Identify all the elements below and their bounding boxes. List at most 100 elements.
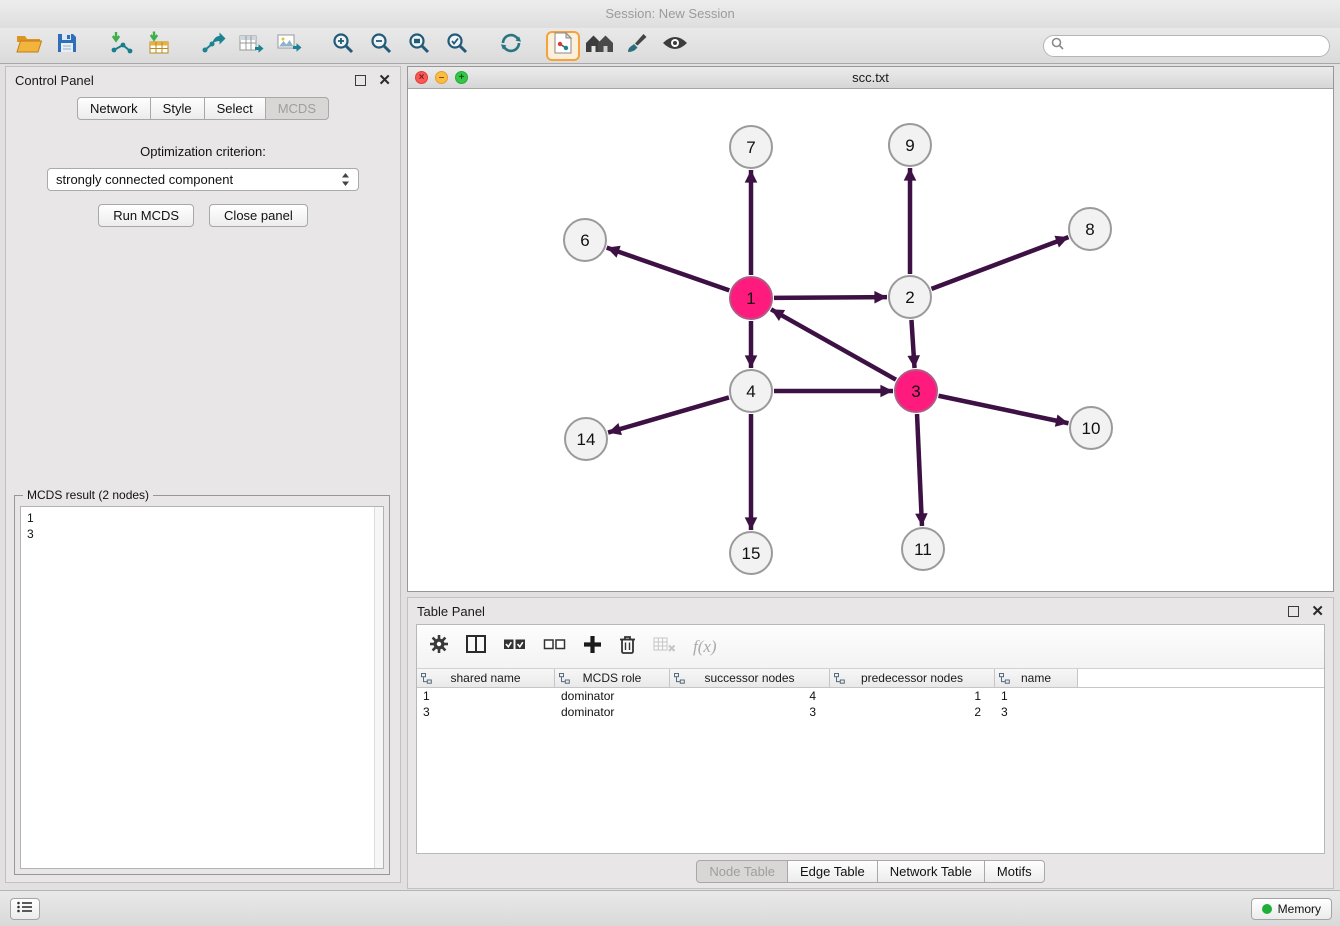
- column-header-mcds_role[interactable]: MCDS role: [555, 669, 670, 687]
- table-panel-header: Table Panel ✕: [408, 598, 1333, 624]
- search-input[interactable]: [1068, 39, 1322, 53]
- control-panel-tab-select[interactable]: Select: [204, 97, 266, 120]
- plus-icon: [583, 635, 602, 659]
- cell-successor_nodes[interactable]: 4: [670, 688, 830, 704]
- memory-status-icon: [1262, 904, 1272, 914]
- float-table-panel-button[interactable]: [1288, 606, 1299, 617]
- graph-node-9[interactable]: 9: [889, 124, 931, 166]
- graph-edge-3-11[interactable]: [917, 414, 922, 526]
- save-session-button[interactable]: [48, 31, 86, 61]
- deselect-all-button[interactable]: [543, 636, 566, 657]
- select-all-button[interactable]: [503, 636, 526, 657]
- graph-edge-1-6[interactable]: [607, 248, 730, 291]
- cell-name[interactable]: 1: [995, 688, 1078, 704]
- table-tab-motifs[interactable]: Motifs: [984, 860, 1045, 883]
- control-panel-tab-mcds[interactable]: MCDS: [265, 97, 329, 120]
- show-column-button[interactable]: [466, 635, 486, 658]
- eye-icon: [662, 34, 688, 57]
- zoom-fit-button[interactable]: [400, 31, 438, 61]
- graph-node-1[interactable]: 1: [730, 277, 772, 319]
- graph-edge-2-8[interactable]: [932, 237, 1069, 289]
- close-panel-button[interactable]: Close panel: [209, 204, 308, 227]
- column-attribute-icon: [559, 673, 570, 687]
- network-window-title: scc.txt: [408, 70, 1333, 85]
- export-network-icon: [200, 31, 226, 60]
- fx-icon: f(x): [693, 637, 717, 657]
- svg-text:15: 15: [742, 544, 761, 563]
- export-table-button[interactable]: [232, 31, 270, 61]
- cell-successor_nodes[interactable]: 3: [670, 704, 830, 720]
- svg-text:1: 1: [746, 289, 755, 308]
- cell-predecessor_nodes[interactable]: 2: [830, 704, 995, 720]
- zoom-selected-button[interactable]: [438, 31, 476, 61]
- export-image-button[interactable]: [270, 31, 308, 61]
- graph-node-2[interactable]: 2: [889, 276, 931, 318]
- optimization-criterion-dropdown[interactable]: strongly connected component: [47, 168, 359, 191]
- column-header-label: shared name: [450, 671, 520, 685]
- graph-node-4[interactable]: 4: [730, 370, 772, 412]
- network-canvas[interactable]: 7 9 6 8 1 2 4 3 14 10 15 11: [408, 89, 1333, 591]
- control-panel-tab-network[interactable]: Network: [77, 97, 151, 120]
- close-panel-x-button[interactable]: ✕: [378, 75, 391, 86]
- delete-table-button[interactable]: [653, 636, 676, 657]
- cell-mcds_role[interactable]: dominator: [555, 704, 670, 720]
- table-settings-button[interactable]: [429, 634, 449, 659]
- delete-row-button[interactable]: [619, 634, 636, 660]
- table-row[interactable]: 3dominator323: [417, 704, 1324, 720]
- graph-node-3[interactable]: 3: [895, 370, 937, 412]
- table-row[interactable]: 1dominator411: [417, 688, 1324, 704]
- refresh-button[interactable]: [492, 31, 530, 61]
- home-button[interactable]: [580, 31, 618, 61]
- graph-node-7[interactable]: 7: [730, 126, 772, 168]
- result-scrollbar[interactable]: [374, 507, 383, 868]
- table-tab-network-table[interactable]: Network Table: [877, 860, 985, 883]
- minimize-window-button[interactable]: –: [435, 71, 448, 84]
- table-tab-node-table[interactable]: Node Table: [696, 860, 788, 883]
- graph-node-8[interactable]: 8: [1069, 208, 1111, 250]
- column-header-predecessor_nodes[interactable]: predecessor nodes: [830, 669, 995, 687]
- column-header-successor_nodes[interactable]: successor nodes: [670, 669, 830, 687]
- table-tab-edge-table[interactable]: Edge Table: [787, 860, 878, 883]
- import-network-button[interactable]: [102, 31, 140, 61]
- graph-edge-3-1[interactable]: [771, 309, 896, 379]
- close-table-panel-button[interactable]: ✕: [1311, 606, 1324, 617]
- control-panel-tab-style[interactable]: Style: [150, 97, 205, 120]
- cell-mcds_role[interactable]: dominator: [555, 688, 670, 704]
- column-header-shared_name[interactable]: shared name: [417, 669, 555, 687]
- zoom-window-button[interactable]: +: [455, 71, 468, 84]
- export-network-button[interactable]: [194, 31, 232, 61]
- import-table-button[interactable]: [140, 31, 178, 61]
- task-history-button[interactable]: [10, 898, 40, 920]
- add-row-button[interactable]: [583, 635, 602, 659]
- cell-shared_name[interactable]: 3: [417, 704, 555, 720]
- graph-node-6[interactable]: 6: [564, 219, 606, 261]
- run-mcds-button[interactable]: Run MCDS: [98, 204, 194, 227]
- graph-node-15[interactable]: 15: [730, 532, 772, 574]
- graph-node-10[interactable]: 10: [1070, 407, 1112, 449]
- column-header-label: name: [1021, 671, 1051, 685]
- graph-edge-4-14[interactable]: [608, 397, 729, 432]
- zoom-in-button[interactable]: [324, 31, 362, 61]
- graph-node-14[interactable]: 14: [565, 418, 607, 460]
- graph-edge-2-3[interactable]: [911, 320, 914, 368]
- network-file-button[interactable]: [546, 31, 580, 61]
- style-button[interactable]: [618, 31, 656, 61]
- cell-name[interactable]: 3: [995, 704, 1078, 720]
- memory-button[interactable]: Memory: [1251, 898, 1332, 920]
- float-panel-button[interactable]: [355, 75, 366, 86]
- svg-text:2: 2: [905, 288, 914, 307]
- close-window-button[interactable]: ×: [415, 71, 428, 84]
- zoom-out-button[interactable]: [362, 31, 400, 61]
- function-builder-button[interactable]: f(x): [693, 637, 717, 657]
- table-toolbar: f(x): [417, 625, 1324, 669]
- graph-node-11[interactable]: 11: [902, 528, 944, 570]
- show-hide-graphics-button[interactable]: [656, 31, 694, 61]
- open-session-button[interactable]: [10, 31, 48, 61]
- cell-shared_name[interactable]: 1: [417, 688, 555, 704]
- column-header-name[interactable]: name: [995, 669, 1078, 687]
- graph-edge-1-2[interactable]: [774, 297, 887, 298]
- graph-edge-3-10[interactable]: [939, 396, 1069, 423]
- cell-predecessor_nodes[interactable]: 1: [830, 688, 995, 704]
- column-attribute-icon: [421, 673, 432, 687]
- memory-label: Memory: [1278, 902, 1321, 916]
